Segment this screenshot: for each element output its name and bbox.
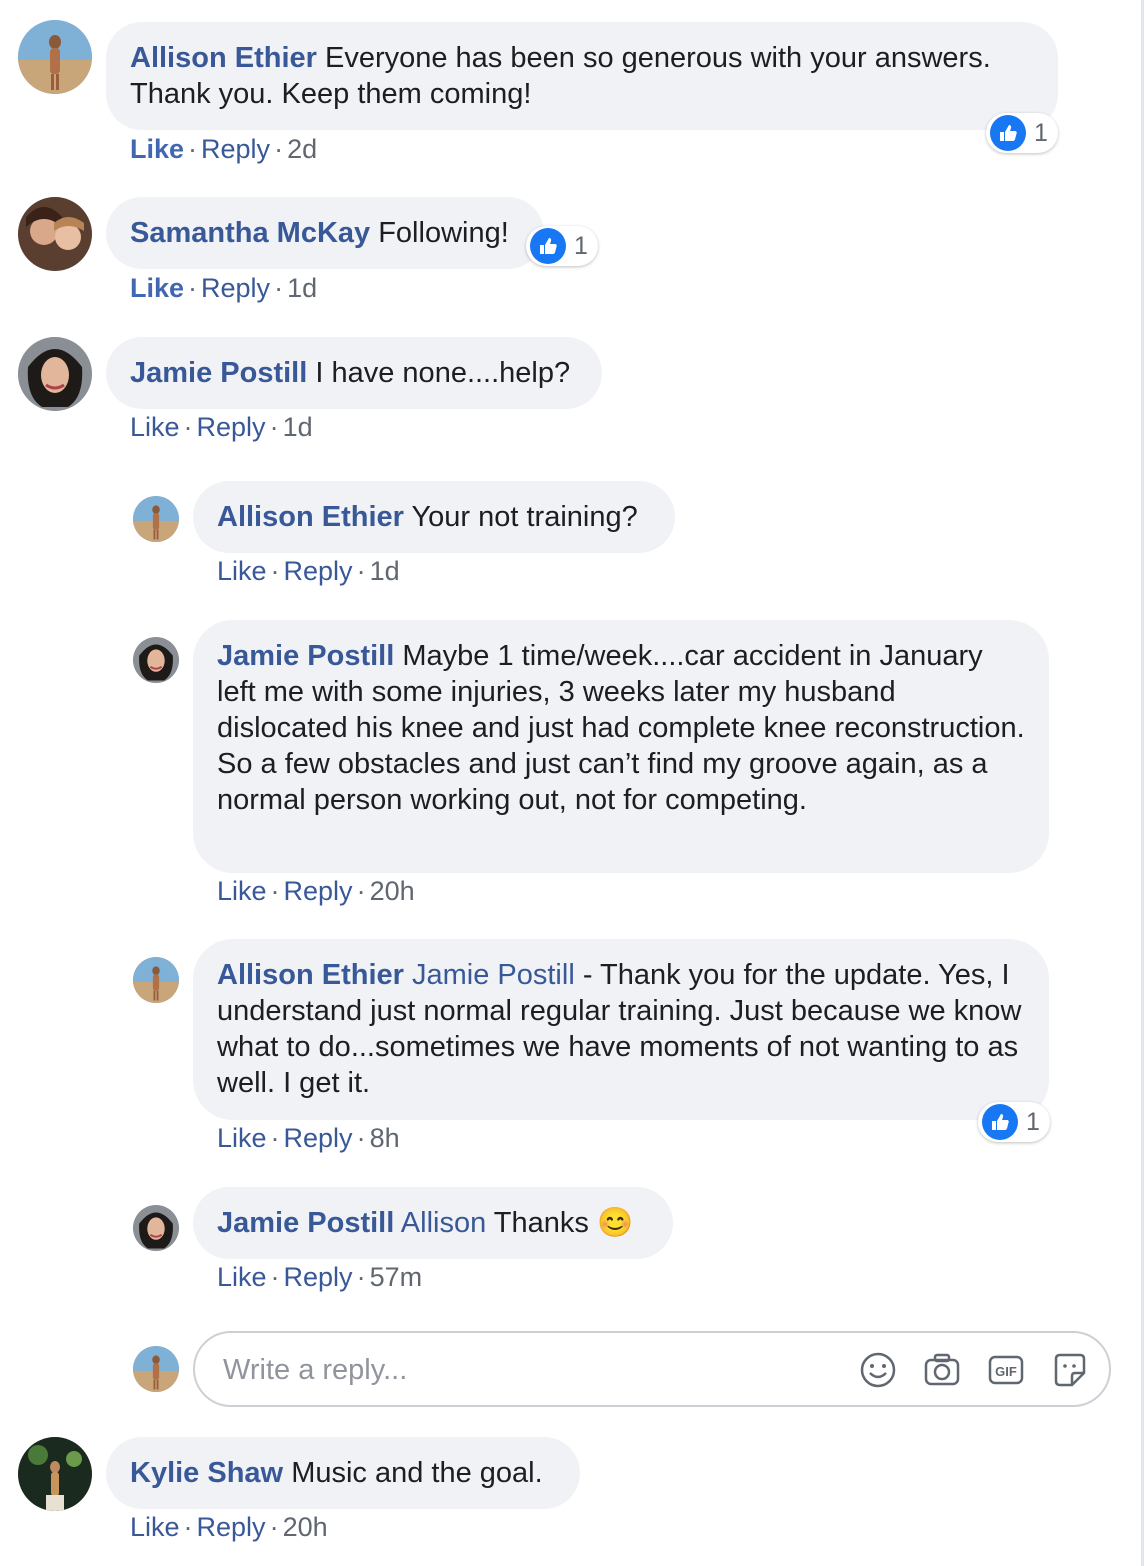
reply-actions: Like · Reply · 8h: [217, 1123, 400, 1153]
like-link[interactable]: Like: [130, 273, 184, 303]
timestamp[interactable]: 8h: [370, 1123, 400, 1153]
comment-bubble: Samantha McKay Following!: [106, 197, 544, 269]
author-name[interactable]: Allison Ethier: [130, 42, 317, 74]
comment-actions: Like · Reply · 2d: [130, 134, 318, 164]
comment-text: I have none....help?: [315, 357, 571, 389]
author-name[interactable]: Jamie Postill: [217, 1207, 394, 1239]
timestamp[interactable]: 57m: [370, 1262, 423, 1292]
timestamp[interactable]: 1d: [287, 273, 317, 303]
thumbs-up-icon: [982, 1104, 1018, 1140]
like-link[interactable]: Like: [217, 876, 267, 906]
like-link[interactable]: Like: [217, 1123, 267, 1153]
comment-actions: Like · Reply · 1d: [130, 412, 313, 442]
timestamp[interactable]: 1d: [283, 412, 313, 442]
reaction-number: 1: [1026, 1107, 1040, 1136]
avatar[interactable]: [18, 197, 92, 271]
reply-link[interactable]: Reply: [197, 1512, 266, 1542]
reply-bubble: Allison Ethier Jamie Postill - Thank you…: [193, 939, 1049, 1120]
reply-link[interactable]: Reply: [201, 134, 270, 164]
like-link[interactable]: Like: [130, 134, 184, 164]
avatar[interactable]: [18, 337, 92, 411]
hugging-face-emoji: 😊: [596, 1207, 634, 1239]
reaction-count[interactable]: 1: [526, 226, 598, 266]
mention-link[interactable]: Allison: [401, 1207, 486, 1239]
emoji-icon[interactable]: [859, 1351, 897, 1389]
reply-link[interactable]: Reply: [284, 876, 353, 906]
comment-bubble: Jamie Postill I have none....help?: [106, 337, 602, 409]
like-link[interactable]: Like: [217, 556, 267, 586]
avatar[interactable]: [133, 496, 179, 542]
reply-actions: Like · Reply · 20h: [217, 876, 415, 906]
thumbs-up-icon: [530, 228, 566, 264]
reply-bubble: Allison Ethier Your not training?: [193, 481, 675, 553]
reply-text: Your not training?: [411, 501, 638, 533]
reply-text: Thanks: [493, 1207, 589, 1239]
avatar[interactable]: [18, 20, 92, 94]
comment-actions: Like · Reply · 20h: [130, 1512, 328, 1542]
timestamp[interactable]: 1d: [370, 556, 400, 586]
svg-text:GIF: GIF: [995, 1364, 1017, 1379]
reply-link[interactable]: Reply: [284, 1262, 353, 1292]
reply-input[interactable]: [221, 1347, 825, 1393]
comment-bubble: Allison Ethier Everyone has been so gene…: [106, 22, 1058, 130]
avatar[interactable]: [133, 957, 179, 1003]
reply-link[interactable]: Reply: [197, 412, 266, 442]
avatar[interactable]: [133, 637, 179, 683]
author-name[interactable]: Jamie Postill: [217, 640, 394, 672]
like-link[interactable]: Like: [130, 1512, 180, 1542]
current-user-avatar: [133, 1346, 179, 1392]
reaction-count[interactable]: 1: [986, 113, 1058, 153]
gif-icon[interactable]: GIF: [987, 1351, 1025, 1389]
reply-link[interactable]: Reply: [201, 273, 270, 303]
author-name[interactable]: Jamie Postill: [130, 357, 307, 389]
author-name[interactable]: Allison Ethier: [217, 501, 404, 533]
thumbs-up-icon: [990, 115, 1026, 151]
camera-icon[interactable]: [923, 1351, 961, 1389]
reaction-number: 1: [1034, 118, 1048, 147]
reaction-number: 1: [574, 231, 588, 260]
avatar[interactable]: [133, 1205, 179, 1251]
comment-text: Music and the goal.: [291, 1457, 543, 1489]
comment-text: Following!: [378, 217, 509, 249]
mention-link[interactable]: Jamie Postill: [412, 959, 575, 991]
author-name[interactable]: Kylie Shaw: [130, 1457, 283, 1489]
author-name[interactable]: Samantha McKay: [130, 217, 370, 249]
reply-link[interactable]: Reply: [284, 1123, 353, 1153]
sticker-icon[interactable]: [1051, 1351, 1089, 1389]
reply-actions: Like · Reply · 1d: [217, 556, 400, 586]
comment-bubble: Kylie Shaw Music and the goal.: [106, 1437, 580, 1509]
reply-bubble: Jamie Postill Maybe 1 time/week....car a…: [193, 620, 1049, 873]
author-name[interactable]: Allison Ethier: [217, 959, 404, 991]
like-link[interactable]: Like: [130, 412, 180, 442]
timestamp[interactable]: 2d: [287, 134, 317, 164]
timestamp[interactable]: 20h: [283, 1512, 328, 1542]
reply-link[interactable]: Reply: [284, 556, 353, 586]
like-link[interactable]: Like: [217, 1262, 267, 1292]
reply-actions: Like · Reply · 57m: [217, 1262, 423, 1292]
reply-bubble: Jamie Postill Allison Thanks 😊: [193, 1187, 673, 1259]
timestamp[interactable]: 20h: [370, 876, 415, 906]
reply-composer: GIF: [193, 1331, 1111, 1407]
comment-actions: Like · Reply · 1d: [130, 273, 318, 303]
reaction-count[interactable]: 1: [978, 1102, 1050, 1142]
avatar[interactable]: [18, 1437, 92, 1511]
